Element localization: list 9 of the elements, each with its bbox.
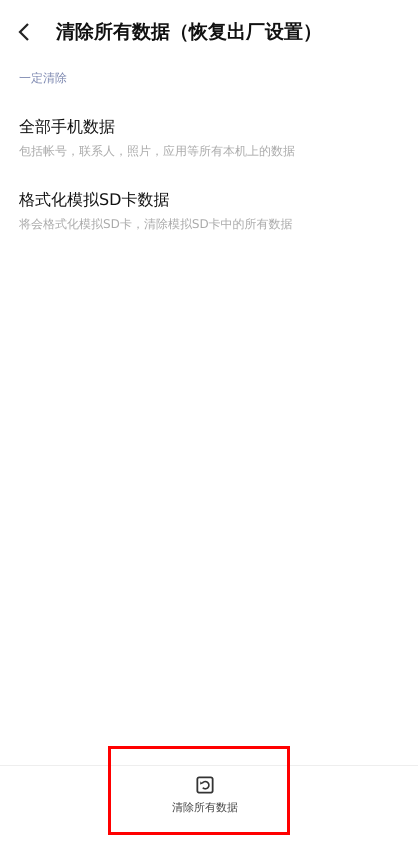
option-description: 包括帐号，联系人，照片，应用等所有本机上的数据 (19, 143, 296, 160)
clear-data-button[interactable]: 清除所有数据 (168, 766, 242, 842)
option-title: 全部手机数据 (19, 117, 116, 138)
back-icon[interactable] (18, 22, 30, 42)
reset-icon (196, 776, 214, 794)
section-label: 一定清除 (18, 70, 68, 87)
page-title: 清除所有数据（恢复出厂设置） (56, 20, 322, 45)
option-title: 格式化模拟SD卡数据 (19, 190, 170, 211)
option-description: 将会格式化模拟SD卡，清除模拟SD卡中的所有数据 (19, 216, 294, 233)
